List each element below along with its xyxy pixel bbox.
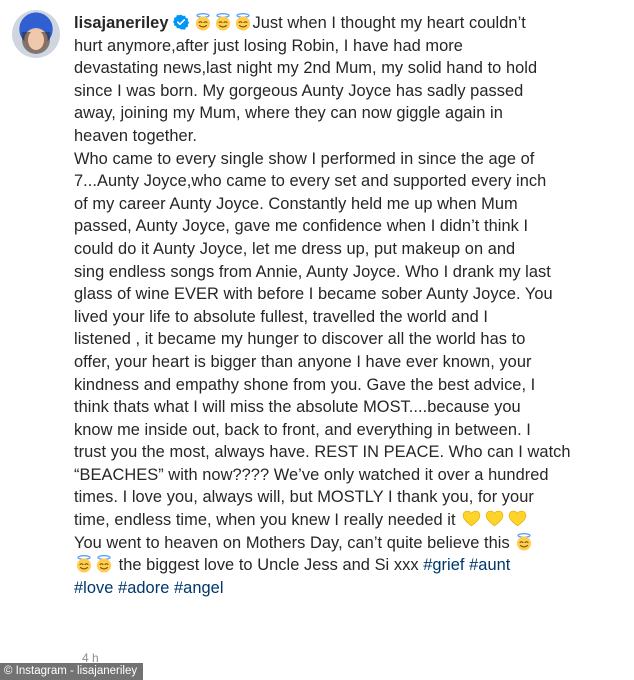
yellow-heart-icon bbox=[485, 510, 504, 527]
caption-line: devastating news,last night my 2nd Mum, … bbox=[74, 59, 538, 78]
username-link[interactable]: lisajaneriley bbox=[74, 14, 169, 32]
hashtag-love[interactable]: #love bbox=[74, 579, 113, 597]
hashtag-grief[interactable]: #grief bbox=[423, 556, 464, 574]
verified-badge-icon bbox=[172, 14, 189, 30]
caption-text: time, endless time, when you knew I real… bbox=[74, 511, 456, 530]
caption-line: passed, Aunty Joyce, gave me confidence … bbox=[74, 217, 529, 236]
avatar-face bbox=[28, 30, 44, 50]
caption-line: time, endless time, when you knew I real… bbox=[74, 509, 628, 532]
caption-line: Who came to every single show I performe… bbox=[74, 149, 535, 168]
caption-line: #love #adore #angel bbox=[74, 577, 628, 600]
yellow-heart-icon bbox=[508, 510, 527, 527]
image-credit: © Instagram - lisajaneriley bbox=[0, 663, 144, 680]
caption-line: glass of wine EVER with before I became … bbox=[74, 285, 553, 304]
halo-emoji-icon bbox=[517, 532, 532, 551]
hashtag-aunt[interactable]: #aunt bbox=[469, 556, 510, 574]
caption-line: sing endless songs from Annie, Aunty Joy… bbox=[74, 262, 551, 281]
caption-text: the biggest love to Uncle Jess and Si xx… bbox=[118, 556, 419, 575]
caption-line: times. I love you, always will, but MOST… bbox=[74, 488, 534, 507]
hashtag-adore[interactable]: #adore bbox=[118, 579, 169, 597]
post-caption: lisajaneriley Just when I thought my hear… bbox=[74, 12, 628, 599]
caption-line: 7...Aunty Joyce,who came to every set an… bbox=[74, 172, 547, 191]
halo-emoji-icon bbox=[77, 555, 91, 573]
caption-line: heaven together. bbox=[74, 126, 197, 145]
caption-line: kindness and empathy shone from you. Gav… bbox=[74, 375, 536, 394]
yellow-heart-icon bbox=[462, 510, 481, 527]
halo-emoji-icon bbox=[235, 13, 250, 31]
caption-line: know me inside out, back to front, and e… bbox=[74, 420, 531, 439]
hashtag-angel[interactable]: #angel bbox=[174, 579, 224, 597]
caption-line: away, joining my Mum, where they can now… bbox=[74, 104, 503, 123]
caption-line: offer, your heart is bigger than anyone … bbox=[74, 352, 532, 371]
caption-text: You went to heaven on Mothers Day, can’t… bbox=[74, 533, 510, 552]
avatar[interactable] bbox=[12, 10, 60, 58]
caption-line: lisajaneriley Just when I thought my hear… bbox=[74, 12, 628, 35]
caption-line: trust you the most, always have. REST IN… bbox=[74, 443, 571, 462]
halo-emoji-icon bbox=[97, 555, 111, 573]
caption-line: of my career Aunty Joyce. Constantly hel… bbox=[74, 194, 518, 213]
caption-line: lived your life to absolute fullest, tra… bbox=[74, 307, 489, 326]
caption-line: the biggest love to Uncle Jess and Si xx… bbox=[74, 554, 628, 577]
caption-line: hurt anymore,after just losing Robin, I … bbox=[74, 36, 463, 55]
caption-line: You went to heaven on Mothers Day, can’t… bbox=[74, 532, 628, 555]
caption-line: think thats what I will miss the absolut… bbox=[74, 398, 521, 417]
caption-line: “BEACHES” with now???? We’ve only watche… bbox=[74, 465, 549, 484]
caption-line: listened , it became my hunger to discov… bbox=[74, 330, 526, 349]
halo-emoji-icon bbox=[215, 13, 230, 31]
caption-line: could do it Aunty Joyce, let me dress up… bbox=[74, 239, 516, 258]
caption-line: since I was born. My gorgeous Aunty Joyc… bbox=[74, 81, 524, 100]
caption-text: Just when I thought my heart couldn’t bbox=[252, 14, 526, 32]
halo-emoji-icon bbox=[195, 13, 210, 31]
